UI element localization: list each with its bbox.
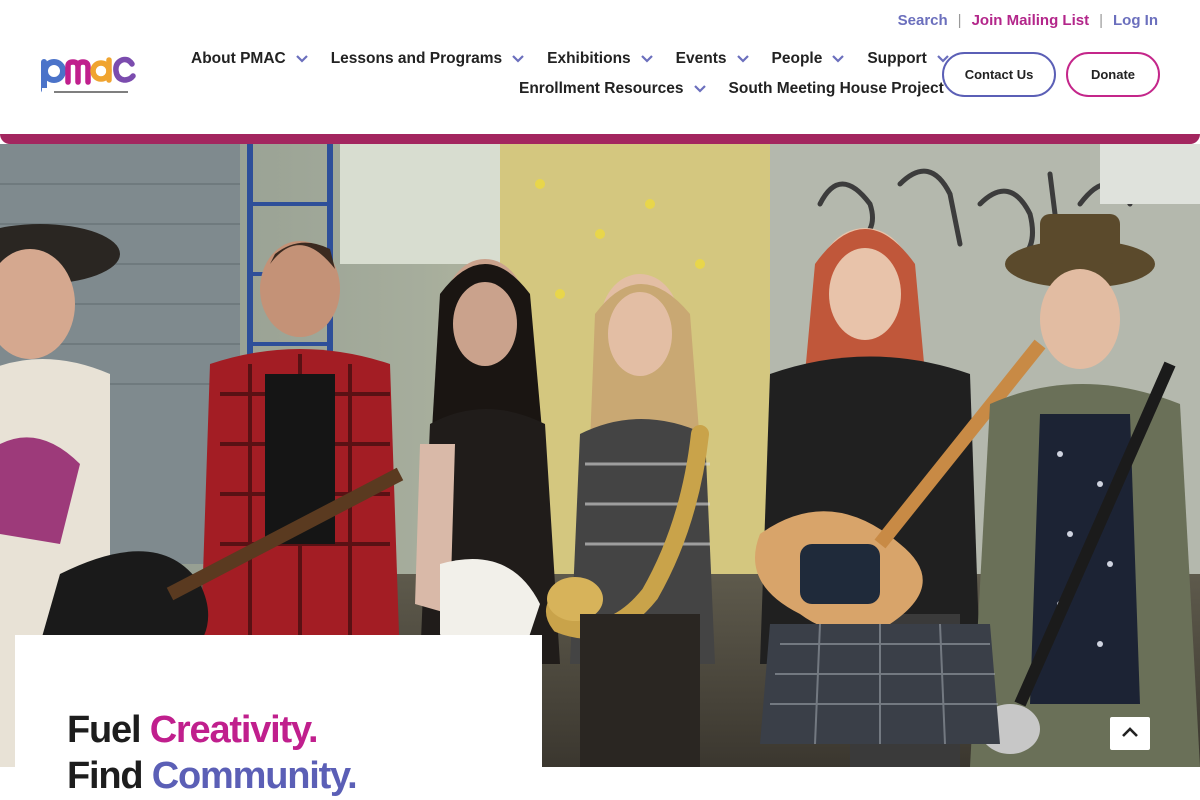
utility-nav: Search | Join Mailing List | Log In	[898, 12, 1158, 29]
nav-item-label: Events	[675, 50, 727, 67]
pmac-logo[interactable]	[40, 50, 138, 100]
main-nav-row-1: About PMAC Lessons and Programs Exhibiti…	[191, 48, 972, 70]
chevron-down-icon	[511, 52, 525, 66]
site-header: Search | Join Mailing List | Log In Abou…	[0, 0, 1200, 134]
chevron-down-icon	[640, 52, 654, 66]
main-nav-row-2: Enrollment Resources South Meeting House…	[519, 78, 966, 100]
nav-item-enrollment[interactable]: Enrollment Resources	[519, 78, 707, 100]
nav-item-label: Enrollment Resources	[519, 80, 684, 97]
hero-headline-line-1: Fuel Creativity.	[67, 707, 542, 753]
hero-tagline-card: Fuel Creativity. Find Community.	[15, 635, 542, 800]
nav-item-label: About PMAC	[191, 50, 286, 67]
mailing-list-link[interactable]: Join Mailing List	[972, 12, 1090, 29]
login-link[interactable]: Log In	[1113, 12, 1158, 29]
nav-item-label: Lessons and Programs	[330, 50, 503, 67]
headline-prefix: Find	[67, 755, 152, 797]
nav-item-events[interactable]: Events	[676, 48, 750, 70]
headline-highlight-creativity: Creativity.	[149, 709, 319, 751]
nav-item-south-meeting-house[interactable]: South Meeting House Project	[729, 78, 944, 100]
chevron-down-icon	[693, 82, 707, 96]
contact-us-button[interactable]: Contact Us	[942, 52, 1056, 97]
nav-item-support[interactable]: Support	[867, 48, 949, 70]
back-to-top-button[interactable]	[1110, 717, 1150, 750]
utility-divider: |	[1099, 12, 1103, 29]
chevron-up-icon	[1121, 725, 1139, 743]
nav-item-label: South Meeting House Project	[728, 80, 944, 97]
chevron-down-icon	[736, 52, 750, 66]
search-link[interactable]: Search	[898, 12, 948, 29]
chevron-down-icon	[295, 52, 309, 66]
nav-item-label: Support	[867, 50, 927, 67]
utility-divider: |	[957, 12, 962, 29]
nav-item-lessons[interactable]: Lessons and Programs	[331, 48, 525, 70]
nav-item-people[interactable]: People	[772, 48, 846, 70]
headline-highlight-community: Community.	[151, 755, 358, 797]
nav-item-label: People	[771, 50, 823, 67]
nav-item-label: Exhibitions	[547, 50, 631, 67]
hero-headline-line-2: Find Community.	[67, 753, 542, 799]
nav-item-exhibitions[interactable]: Exhibitions	[547, 48, 654, 70]
chevron-down-icon	[831, 52, 845, 66]
headline-prefix: Fuel	[67, 709, 150, 751]
donate-button[interactable]: Donate	[1066, 52, 1160, 97]
nav-item-about[interactable]: About PMAC	[191, 48, 309, 70]
